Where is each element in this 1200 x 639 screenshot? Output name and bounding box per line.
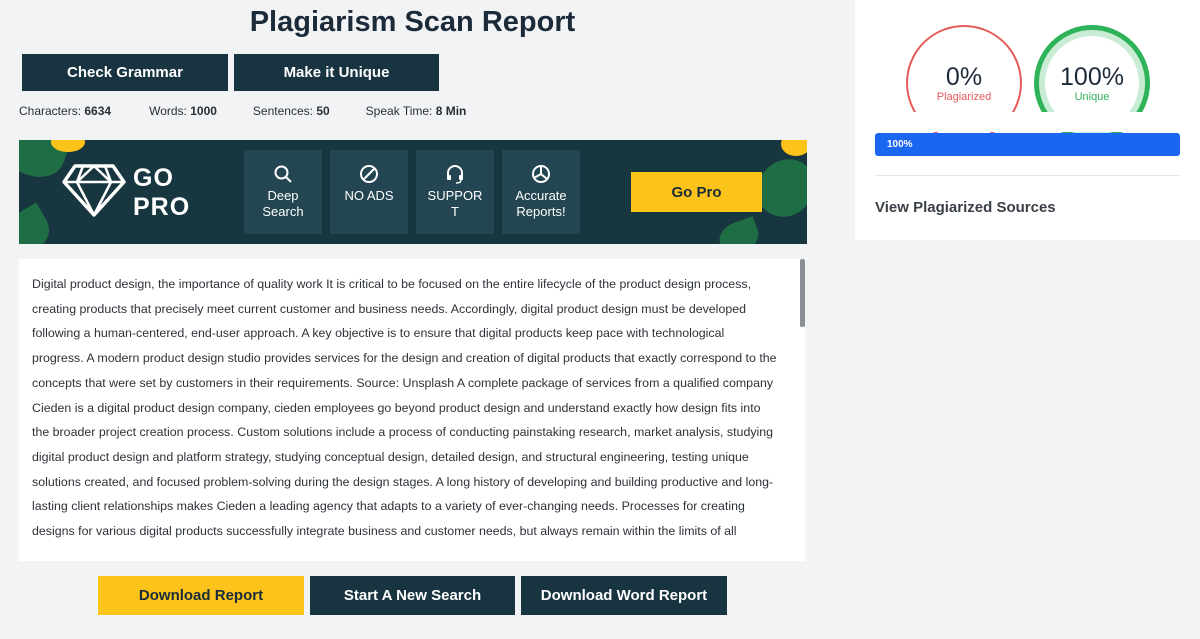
feature-no-ads: NO ADS bbox=[330, 150, 408, 234]
start-new-search-button[interactable]: Start A New Search bbox=[310, 576, 515, 615]
scrollbar[interactable] bbox=[800, 259, 805, 327]
leaf-decoration bbox=[715, 216, 763, 244]
view-plagiarized-sources-link[interactable]: View Plagiarized Sources bbox=[875, 199, 1056, 216]
go-pro-banner: GO PRO Deep Search NO ADS SUPPOR T Accur… bbox=[19, 140, 807, 244]
feature-deep-search: Deep Search bbox=[244, 150, 322, 234]
search-icon bbox=[274, 165, 292, 183]
feature-accurate-reports: Accurate Reports! bbox=[502, 150, 580, 234]
leaf-decoration bbox=[781, 140, 807, 156]
download-report-button[interactable]: Download Report bbox=[98, 576, 304, 615]
stat-sentences: Sentences: 50 bbox=[252, 104, 330, 118]
go-pro-logo-text: GO PRO bbox=[133, 164, 191, 221]
leaf-decoration bbox=[19, 202, 57, 244]
pie-chart-icon bbox=[532, 165, 550, 183]
download-word-report-button[interactable]: Download Word Report bbox=[521, 576, 727, 615]
scanned-text: Digital product design, the importance o… bbox=[32, 277, 777, 539]
divider bbox=[875, 175, 1180, 176]
scanned-text-area[interactable]: Digital product design, the importance o… bbox=[19, 259, 805, 561]
make-unique-button[interactable]: Make it Unique bbox=[234, 54, 439, 91]
stat-characters: Characters: 6634 bbox=[19, 104, 112, 118]
diamond-icon bbox=[62, 164, 126, 217]
headset-icon bbox=[447, 165, 463, 184]
text-stats: Characters: 6634 Words: 1000 Sentences: … bbox=[19, 104, 492, 118]
results-panel: 0% Plagiarized 100% Unique 100% View Pla… bbox=[855, 0, 1200, 240]
no-ads-icon bbox=[360, 165, 378, 183]
uniqueness-progress-bar: 100% bbox=[875, 133, 1180, 156]
check-grammar-button[interactable]: Check Grammar bbox=[22, 54, 228, 91]
page-title: Plagiarism Scan Report bbox=[249, 6, 576, 38]
stat-words: Words: 1000 bbox=[149, 104, 217, 118]
feature-support: SUPPOR T bbox=[416, 150, 494, 234]
go-pro-button[interactable]: Go Pro bbox=[631, 172, 762, 212]
stat-speak-time: Speak Time: 8 Min bbox=[365, 104, 467, 118]
